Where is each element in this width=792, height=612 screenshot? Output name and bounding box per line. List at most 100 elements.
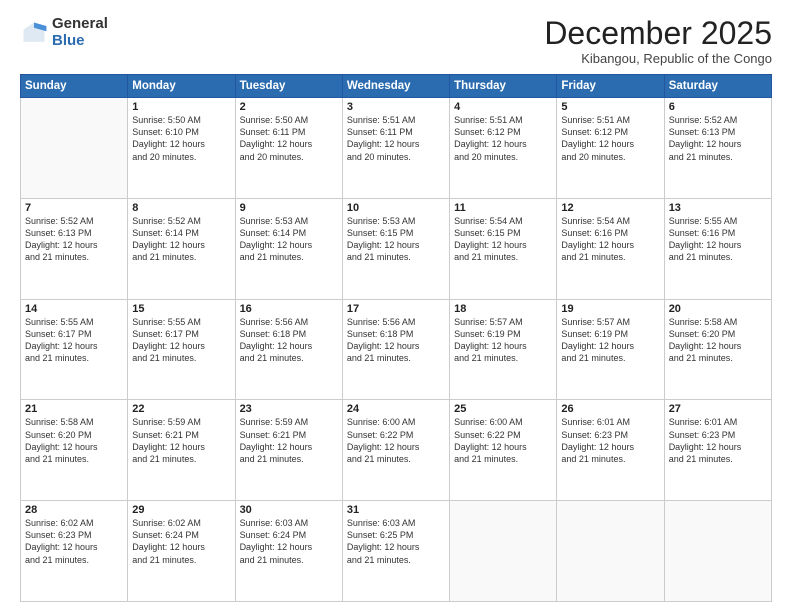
day-number: 24	[347, 403, 445, 415]
calendar-cell: 20Sunrise: 5:58 AM Sunset: 6:20 PM Dayli…	[664, 299, 771, 400]
calendar-cell: 15Sunrise: 5:55 AM Sunset: 6:17 PM Dayli…	[128, 299, 235, 400]
calendar-cell: 6Sunrise: 5:52 AM Sunset: 6:13 PM Daylig…	[664, 98, 771, 199]
cell-info: Sunrise: 5:50 AM Sunset: 6:10 PM Dayligh…	[132, 114, 230, 163]
cell-info: Sunrise: 6:00 AM Sunset: 6:22 PM Dayligh…	[347, 416, 445, 465]
day-number: 22	[132, 403, 230, 415]
week-row: 1Sunrise: 5:50 AM Sunset: 6:10 PM Daylig…	[21, 98, 772, 199]
calendar: SundayMondayTuesdayWednesdayThursdayFrid…	[20, 74, 772, 602]
day-number: 18	[454, 303, 552, 315]
week-row: 7Sunrise: 5:52 AM Sunset: 6:13 PM Daylig…	[21, 198, 772, 299]
cell-info: Sunrise: 6:02 AM Sunset: 6:23 PM Dayligh…	[25, 517, 123, 566]
calendar-cell: 13Sunrise: 5:55 AM Sunset: 6:16 PM Dayli…	[664, 198, 771, 299]
day-number: 11	[454, 202, 552, 214]
day-number: 28	[25, 504, 123, 516]
day-number: 9	[240, 202, 338, 214]
logo-text: General Blue	[52, 16, 108, 49]
calendar-cell: 4Sunrise: 5:51 AM Sunset: 6:12 PM Daylig…	[450, 98, 557, 199]
calendar-cell	[557, 501, 664, 602]
cell-info: Sunrise: 5:52 AM Sunset: 6:13 PM Dayligh…	[669, 114, 767, 163]
cell-info: Sunrise: 5:58 AM Sunset: 6:20 PM Dayligh…	[25, 416, 123, 465]
day-header: Saturday	[664, 75, 771, 98]
day-number: 13	[669, 202, 767, 214]
day-number: 2	[240, 101, 338, 113]
calendar-cell: 19Sunrise: 5:57 AM Sunset: 6:19 PM Dayli…	[557, 299, 664, 400]
calendar-cell: 27Sunrise: 6:01 AM Sunset: 6:23 PM Dayli…	[664, 400, 771, 501]
day-header: Tuesday	[235, 75, 342, 98]
day-number: 21	[25, 403, 123, 415]
calendar-cell: 16Sunrise: 5:56 AM Sunset: 6:18 PM Dayli…	[235, 299, 342, 400]
day-number: 10	[347, 202, 445, 214]
cell-info: Sunrise: 5:50 AM Sunset: 6:11 PM Dayligh…	[240, 114, 338, 163]
cell-info: Sunrise: 5:59 AM Sunset: 6:21 PM Dayligh…	[132, 416, 230, 465]
calendar-cell: 26Sunrise: 6:01 AM Sunset: 6:23 PM Dayli…	[557, 400, 664, 501]
day-number: 31	[347, 504, 445, 516]
cell-info: Sunrise: 5:51 AM Sunset: 6:12 PM Dayligh…	[561, 114, 659, 163]
cell-info: Sunrise: 6:01 AM Sunset: 6:23 PM Dayligh…	[561, 416, 659, 465]
day-number: 23	[240, 403, 338, 415]
cell-info: Sunrise: 5:54 AM Sunset: 6:15 PM Dayligh…	[454, 215, 552, 264]
calendar-cell: 7Sunrise: 5:52 AM Sunset: 6:13 PM Daylig…	[21, 198, 128, 299]
calendar-cell: 28Sunrise: 6:02 AM Sunset: 6:23 PM Dayli…	[21, 501, 128, 602]
cell-info: Sunrise: 5:59 AM Sunset: 6:21 PM Dayligh…	[240, 416, 338, 465]
day-number: 3	[347, 101, 445, 113]
cell-info: Sunrise: 5:53 AM Sunset: 6:15 PM Dayligh…	[347, 215, 445, 264]
day-number: 17	[347, 303, 445, 315]
logo-icon	[20, 19, 48, 47]
cell-info: Sunrise: 6:02 AM Sunset: 6:24 PM Dayligh…	[132, 517, 230, 566]
header: General Blue December 2025 Kibangou, Rep…	[20, 16, 772, 66]
header-row: SundayMondayTuesdayWednesdayThursdayFrid…	[21, 75, 772, 98]
cell-info: Sunrise: 5:56 AM Sunset: 6:18 PM Dayligh…	[240, 316, 338, 365]
calendar-cell: 18Sunrise: 5:57 AM Sunset: 6:19 PM Dayli…	[450, 299, 557, 400]
cell-info: Sunrise: 5:57 AM Sunset: 6:19 PM Dayligh…	[561, 316, 659, 365]
cell-info: Sunrise: 5:55 AM Sunset: 6:17 PM Dayligh…	[132, 316, 230, 365]
calendar-cell: 25Sunrise: 6:00 AM Sunset: 6:22 PM Dayli…	[450, 400, 557, 501]
calendar-cell	[450, 501, 557, 602]
calendar-cell: 30Sunrise: 6:03 AM Sunset: 6:24 PM Dayli…	[235, 501, 342, 602]
cell-info: Sunrise: 6:03 AM Sunset: 6:24 PM Dayligh…	[240, 517, 338, 566]
day-number: 19	[561, 303, 659, 315]
day-header: Sunday	[21, 75, 128, 98]
cell-info: Sunrise: 5:55 AM Sunset: 6:16 PM Dayligh…	[669, 215, 767, 264]
day-header: Friday	[557, 75, 664, 98]
calendar-cell	[21, 98, 128, 199]
calendar-cell: 9Sunrise: 5:53 AM Sunset: 6:14 PM Daylig…	[235, 198, 342, 299]
location: Kibangou, Republic of the Congo	[544, 51, 772, 66]
calendar-cell: 11Sunrise: 5:54 AM Sunset: 6:15 PM Dayli…	[450, 198, 557, 299]
logo-general: General	[52, 16, 108, 33]
cell-info: Sunrise: 5:58 AM Sunset: 6:20 PM Dayligh…	[669, 316, 767, 365]
calendar-cell: 22Sunrise: 5:59 AM Sunset: 6:21 PM Dayli…	[128, 400, 235, 501]
day-number: 20	[669, 303, 767, 315]
cell-info: Sunrise: 5:56 AM Sunset: 6:18 PM Dayligh…	[347, 316, 445, 365]
calendar-cell: 12Sunrise: 5:54 AM Sunset: 6:16 PM Dayli…	[557, 198, 664, 299]
day-number: 8	[132, 202, 230, 214]
cell-info: Sunrise: 6:03 AM Sunset: 6:25 PM Dayligh…	[347, 517, 445, 566]
calendar-cell: 3Sunrise: 5:51 AM Sunset: 6:11 PM Daylig…	[342, 98, 449, 199]
month-title: December 2025	[544, 16, 772, 51]
calendar-cell: 23Sunrise: 5:59 AM Sunset: 6:21 PM Dayli…	[235, 400, 342, 501]
logo-blue: Blue	[52, 33, 108, 50]
day-number: 27	[669, 403, 767, 415]
day-number: 12	[561, 202, 659, 214]
cell-info: Sunrise: 6:01 AM Sunset: 6:23 PM Dayligh…	[669, 416, 767, 465]
day-number: 5	[561, 101, 659, 113]
cell-info: Sunrise: 5:54 AM Sunset: 6:16 PM Dayligh…	[561, 215, 659, 264]
calendar-cell: 29Sunrise: 6:02 AM Sunset: 6:24 PM Dayli…	[128, 501, 235, 602]
calendar-cell: 5Sunrise: 5:51 AM Sunset: 6:12 PM Daylig…	[557, 98, 664, 199]
cell-info: Sunrise: 6:00 AM Sunset: 6:22 PM Dayligh…	[454, 416, 552, 465]
calendar-cell: 10Sunrise: 5:53 AM Sunset: 6:15 PM Dayli…	[342, 198, 449, 299]
day-header: Monday	[128, 75, 235, 98]
calendar-cell: 8Sunrise: 5:52 AM Sunset: 6:14 PM Daylig…	[128, 198, 235, 299]
day-number: 14	[25, 303, 123, 315]
day-number: 25	[454, 403, 552, 415]
day-number: 26	[561, 403, 659, 415]
title-block: December 2025 Kibangou, Republic of the …	[544, 16, 772, 66]
calendar-cell: 24Sunrise: 6:00 AM Sunset: 6:22 PM Dayli…	[342, 400, 449, 501]
calendar-cell: 31Sunrise: 6:03 AM Sunset: 6:25 PM Dayli…	[342, 501, 449, 602]
cell-info: Sunrise: 5:52 AM Sunset: 6:14 PM Dayligh…	[132, 215, 230, 264]
page: General Blue December 2025 Kibangou, Rep…	[0, 0, 792, 612]
calendar-cell	[664, 501, 771, 602]
day-number: 16	[240, 303, 338, 315]
week-row: 14 Sunrise: 5:55 AM Sunset: 6:17 PM Dayli…	[21, 299, 772, 400]
week-row: 28Sunrise: 6:02 AM Sunset: 6:23 PM Dayli…	[21, 501, 772, 602]
logo: General Blue	[20, 16, 108, 49]
